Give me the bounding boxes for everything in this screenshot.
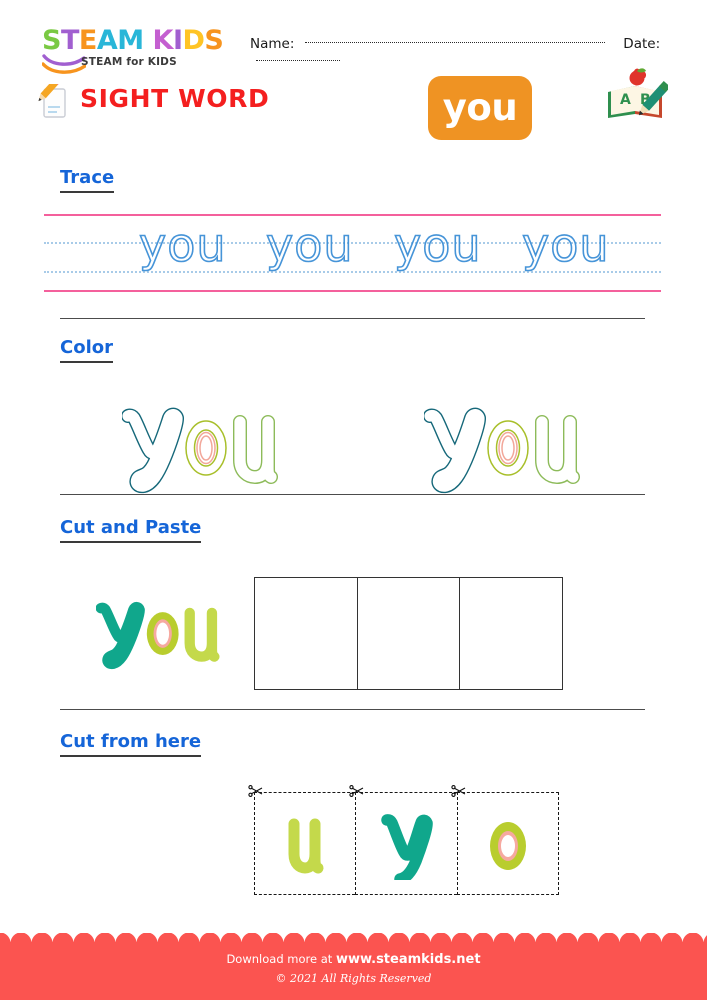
page-title: SIGHT WORD: [80, 84, 270, 113]
logo-letter-3: A: [96, 25, 118, 56]
svg-text:A: A: [620, 92, 631, 108]
cut-letter-y: [381, 813, 434, 880]
logo-letter-8: D: [182, 25, 205, 56]
trace-word-list: you you you you: [44, 214, 661, 293]
letter-u: [184, 607, 220, 662]
section-heading-color: Color: [60, 337, 113, 363]
divider-after-cut-and-paste: [60, 709, 645, 710]
trace-word-1[interactable]: you: [138, 210, 227, 280]
paste-box-2[interactable]: [358, 578, 461, 689]
cut-and-paste-word: [96, 588, 231, 676]
steam-kids-logo: STEAM KIDS STEAM for KIDS: [42, 27, 237, 75]
letter-y-inner: [424, 409, 485, 492]
pencil-paper-icon: [38, 84, 66, 118]
letter-o-ring-3: [501, 435, 515, 461]
section-heading-cut-from-here: Cut from here: [60, 731, 202, 757]
divider-after-trace: [60, 318, 645, 319]
date-input[interactable]: [256, 59, 340, 62]
logo-letter-5: [144, 27, 153, 54]
paste-box-1[interactable]: [255, 578, 358, 689]
footer-website[interactable]: www.steamkids.net: [336, 952, 481, 967]
trace-word-4[interactable]: you: [521, 210, 610, 280]
logo-letter-9: S: [204, 25, 224, 56]
section-heading-cut-and-paste: Cut and Paste: [60, 517, 202, 543]
page-header: STEAM KIDS STEAM for KIDS Name: Date: SI…: [0, 0, 707, 145]
footer-copyright: © 2021 All Rights Reserved: [275, 972, 432, 985]
logo-tagline: STEAM for KIDS: [81, 56, 177, 68]
cut-cell-u[interactable]: [248, 785, 356, 895]
page-footer: Download more at www.steamkids.net © 202…: [0, 933, 707, 1000]
letter-o-ring-0: [487, 420, 529, 476]
trace-word-3[interactable]: you: [393, 210, 482, 280]
logo-letter-4: M: [117, 25, 144, 56]
worksheet-page: STEAM KIDS STEAM for KIDS Name: Date: SI…: [0, 0, 707, 1000]
letter-u-inner: [536, 416, 579, 483]
divider-after-color: [60, 494, 645, 495]
logo-letter-6: K: [152, 25, 174, 56]
letter-o-ring-0: [185, 420, 227, 476]
trace-practice-band[interactable]: you you you you: [44, 214, 661, 293]
sight-word-badge-text: you: [442, 85, 518, 129]
abc-book-apple-pencil-icon: A B: [608, 68, 668, 118]
scissors-icon: [451, 785, 465, 797]
logo-wordmark: STEAM KIDS: [42, 27, 237, 54]
cut-cell-y[interactable]: [349, 785, 457, 895]
date-label: Date:: [623, 35, 661, 52]
footer-download-line: Download more at www.steamkids.net: [0, 952, 707, 967]
color-word-2[interactable]: [424, 398, 594, 494]
scissors-icon: [248, 785, 263, 797]
cut-out-strip[interactable]: [248, 785, 559, 895]
logo-letter-1: T: [60, 25, 79, 56]
letter-y: [96, 601, 145, 670]
color-word-1[interactable]: [122, 398, 292, 494]
paste-boxes[interactable]: [254, 577, 563, 690]
name-label: Name:: [250, 35, 295, 52]
logo-letter-2: E: [78, 25, 97, 56]
letter-u-inner: [234, 416, 277, 483]
letter-o-hole: [156, 622, 170, 645]
logo-swoosh-icon: [42, 54, 86, 74]
name-date-row: Name: Date:: [250, 35, 690, 62]
cut-cell-o[interactable]: [451, 785, 559, 895]
letter-o-ring-3: [199, 435, 213, 461]
section-heading-trace: Trace: [60, 167, 115, 193]
letter-y-inner: [122, 409, 183, 492]
name-input[interactable]: [304, 41, 605, 44]
paste-box-3[interactable]: [460, 578, 562, 689]
trace-word-2[interactable]: you: [265, 210, 354, 280]
logo-letter-0: S: [42, 25, 61, 56]
cut-letter-o: [489, 821, 526, 870]
logo-letter-7: I: [172, 25, 183, 56]
sight-word-badge: you: [428, 76, 532, 140]
scallop-edge: [0, 933, 707, 943]
footer-download-prefix: Download more at: [226, 952, 336, 966]
cut-letter-u: [288, 818, 324, 873]
scissors-icon: [349, 785, 364, 797]
